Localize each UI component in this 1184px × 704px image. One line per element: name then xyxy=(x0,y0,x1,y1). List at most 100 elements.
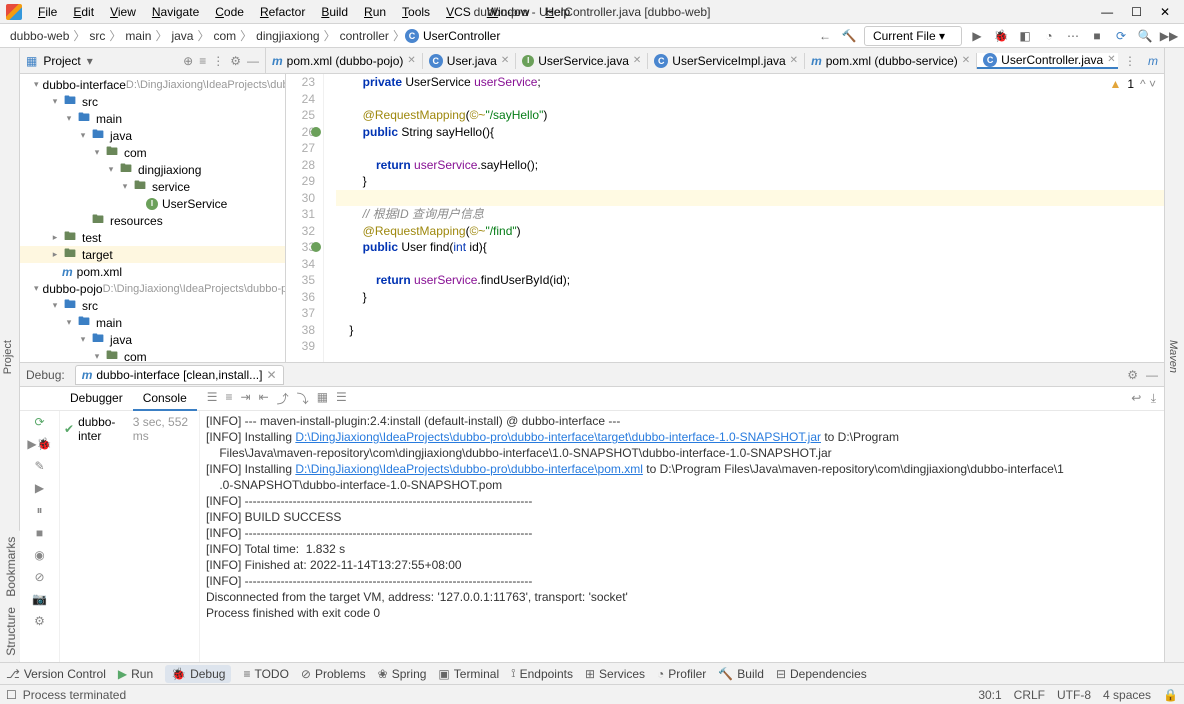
settings-icon[interactable]: ⚙ xyxy=(34,614,45,628)
console-output[interactable]: [INFO] --- maven-install-plugin:2.4:inst… xyxy=(200,411,1164,662)
minimize-icon[interactable]: — xyxy=(1101,5,1113,19)
pause-icon[interactable]: ⏸ xyxy=(36,503,42,518)
close-icon[interactable]: ✕ xyxy=(266,368,276,382)
close-icon[interactable]: ✕ xyxy=(1160,5,1170,19)
tree-node[interactable]: ▾dubbo-pojo D:\DingJiaxiong\IdeaProjects… xyxy=(20,280,285,297)
close-icon[interactable]: ✕ xyxy=(790,55,798,66)
tree-node[interactable]: ▾🖿src xyxy=(20,93,285,110)
more-icon[interactable]: ⋯ xyxy=(1064,27,1082,45)
settings-icon[interactable]: ⚙ xyxy=(230,54,241,68)
editor-tab[interactable]: mpom.xml (dubbo-pojo)✕ xyxy=(266,53,423,69)
view-breakpoints-icon[interactable]: ◉ xyxy=(34,548,44,562)
readonly-icon[interactable]: 🔒 xyxy=(1163,688,1178,702)
maximize-icon[interactable]: ☐ xyxy=(1131,5,1142,19)
debug-run-tree[interactable]: ✔ dubbo-inter 3 sec, 552 ms xyxy=(60,411,200,662)
tool-endpoints[interactable]: ⟟ Endpoints xyxy=(511,666,573,681)
breadcrumb-class[interactable]: C UserController xyxy=(405,29,500,43)
modify-icon[interactable]: ✎ xyxy=(34,459,44,473)
tree-node[interactable]: IUserService xyxy=(20,195,285,212)
tool-dependencies[interactable]: ⊟ Dependencies xyxy=(776,667,867,681)
tool-debug[interactable]: 🐞 Debug xyxy=(165,665,231,683)
tree-node[interactable]: ▾🖿dingjiaxiong xyxy=(20,161,285,178)
maven-icon[interactable]: m xyxy=(1142,54,1164,68)
maven-tab[interactable]: Maven xyxy=(1165,332,1181,381)
hammer-icon[interactable]: 🔨 xyxy=(840,27,858,45)
editor-tab[interactable]: CUserController.java✕ xyxy=(977,53,1118,69)
tree-node[interactable]: ▾🖿src xyxy=(20,297,285,314)
profile-icon[interactable]: ◔ xyxy=(1040,27,1058,45)
breadcrumb-main[interactable]: main xyxy=(121,29,155,43)
tool-spring[interactable]: ❀ Spring xyxy=(378,667,427,681)
menu-view[interactable]: View xyxy=(102,3,144,21)
vcs-update-icon[interactable]: ⟳ xyxy=(1112,27,1130,45)
back-icon[interactable]: ← xyxy=(816,27,834,45)
debugger-subtab[interactable]: Debugger xyxy=(60,387,133,411)
stop-icon[interactable]: ■ xyxy=(36,526,43,540)
project-tool-tab[interactable]: Project xyxy=(0,332,16,382)
tree-node[interactable]: ▾🖿service xyxy=(20,178,285,195)
stop-icon[interactable]: ■ xyxy=(1088,27,1106,45)
breadcrumb-controller[interactable]: controller xyxy=(336,29,393,43)
run-icon[interactable]: ▶ xyxy=(968,27,986,45)
tree-node[interactable]: ▸🖿test xyxy=(20,229,285,246)
close-icon[interactable]: ✕ xyxy=(633,55,641,66)
tool-run[interactable]: ▶ Run xyxy=(118,667,153,681)
tool-version-control[interactable]: ⎇ Version Control xyxy=(6,667,106,681)
select-opened-icon[interactable]: ⊕ xyxy=(183,54,193,68)
tree-node[interactable]: mpom.xml xyxy=(20,263,285,280)
tool-todo[interactable]: ≡ TODO xyxy=(243,667,288,681)
inspection-indicator[interactable]: ▲ 1 ^ ˅ xyxy=(1109,76,1156,93)
breadcrumb-dingjiaxiong[interactable]: dingjiaxiong xyxy=(252,29,323,43)
menu-tools[interactable]: Tools xyxy=(394,3,438,21)
close-icon[interactable]: ✕ xyxy=(962,55,970,66)
tree-node[interactable]: ▾🖿com xyxy=(20,144,285,161)
editor-tab[interactable]: mpom.xml (dubbo-service)✕ xyxy=(805,53,977,69)
menu-edit[interactable]: Edit xyxy=(65,3,102,21)
view-mode-dropdown-icon[interactable]: ▾ xyxy=(87,54,93,68)
collapse-all-icon[interactable]: ⋮ xyxy=(212,54,224,68)
menu-run[interactable]: Run xyxy=(356,3,394,21)
menu-refactor[interactable]: Refactor xyxy=(252,3,313,21)
breadcrumb-dubbo-web[interactable]: dubbo-web xyxy=(6,29,73,43)
editor-tab[interactable]: CUserServiceImpl.java✕ xyxy=(648,53,805,69)
structure-tool-tab[interactable]: Structure xyxy=(2,607,18,656)
close-icon[interactable]: ✕ xyxy=(1107,54,1115,65)
debug-icon[interactable]: 🐞 xyxy=(992,27,1010,45)
gear-icon[interactable]: ⚙ xyxy=(1127,368,1138,382)
caret-position[interactable]: 30:1 xyxy=(978,688,1001,702)
debug-panel-tab[interactable]: m dubbo-interface [clean,install...] ✕ xyxy=(75,365,284,385)
file-encoding[interactable]: UTF-8 xyxy=(1057,688,1091,702)
indent[interactable]: 4 spaces xyxy=(1103,688,1151,702)
menu-build[interactable]: Build xyxy=(313,3,356,21)
tree-node[interactable]: ▾🖿com xyxy=(20,348,285,362)
scroll-end-icon[interactable]: ⤓ xyxy=(1151,391,1156,405)
hide-icon[interactable]: — xyxy=(1146,368,1158,382)
breadcrumb-java[interactable]: java xyxy=(167,29,197,43)
tool-problems[interactable]: ⊘ Problems xyxy=(301,667,366,681)
tree-node[interactable]: ▾🖿main xyxy=(20,314,285,331)
expand-all-icon[interactable]: ≡ xyxy=(199,54,206,68)
tabs-more-icon[interactable]: ⋮ xyxy=(1118,54,1142,68)
tool-build[interactable]: 🔨 Build xyxy=(718,667,764,681)
console-subtab[interactable]: Console xyxy=(133,387,197,411)
editor-tab[interactable]: IUserService.java✕ xyxy=(516,53,648,69)
tree-node[interactable]: 🖿resources xyxy=(20,212,285,229)
resume-icon[interactable]: ▶ xyxy=(35,481,44,495)
rerun-icon[interactable]: ⟳ xyxy=(34,415,44,429)
line-separator[interactable]: CRLF xyxy=(1014,688,1045,702)
bookmarks-tool-tab[interactable]: Bookmarks xyxy=(2,537,18,597)
project-tree[interactable]: ▾dubbo-interface D:\DingJiaxiong\IdeaPro… xyxy=(20,74,286,362)
tree-node[interactable]: ▾🖿main xyxy=(20,110,285,127)
breadcrumb-com[interactable]: com xyxy=(209,29,240,43)
menu-code[interactable]: Code xyxy=(207,3,252,21)
run-anything-icon[interactable]: ▶▶ xyxy=(1160,27,1178,45)
coverage-icon[interactable]: ◧ xyxy=(1016,27,1034,45)
tree-node[interactable]: ▸🖿target xyxy=(20,246,285,263)
tree-node[interactable]: ▾🖿java xyxy=(20,127,285,144)
hide-icon[interactable]: — xyxy=(247,54,259,68)
layout-icon[interactable]: ☰ xyxy=(207,390,218,407)
run-config-dropdown[interactable]: Current File ▾ xyxy=(864,26,962,46)
editor-tab[interactable]: CUser.java✕ xyxy=(423,53,516,69)
code-editor[interactable]: ▲ 1 ^ ˅ private UserService userService;… xyxy=(324,74,1164,362)
tool-terminal[interactable]: ▣ Terminal xyxy=(438,667,499,681)
